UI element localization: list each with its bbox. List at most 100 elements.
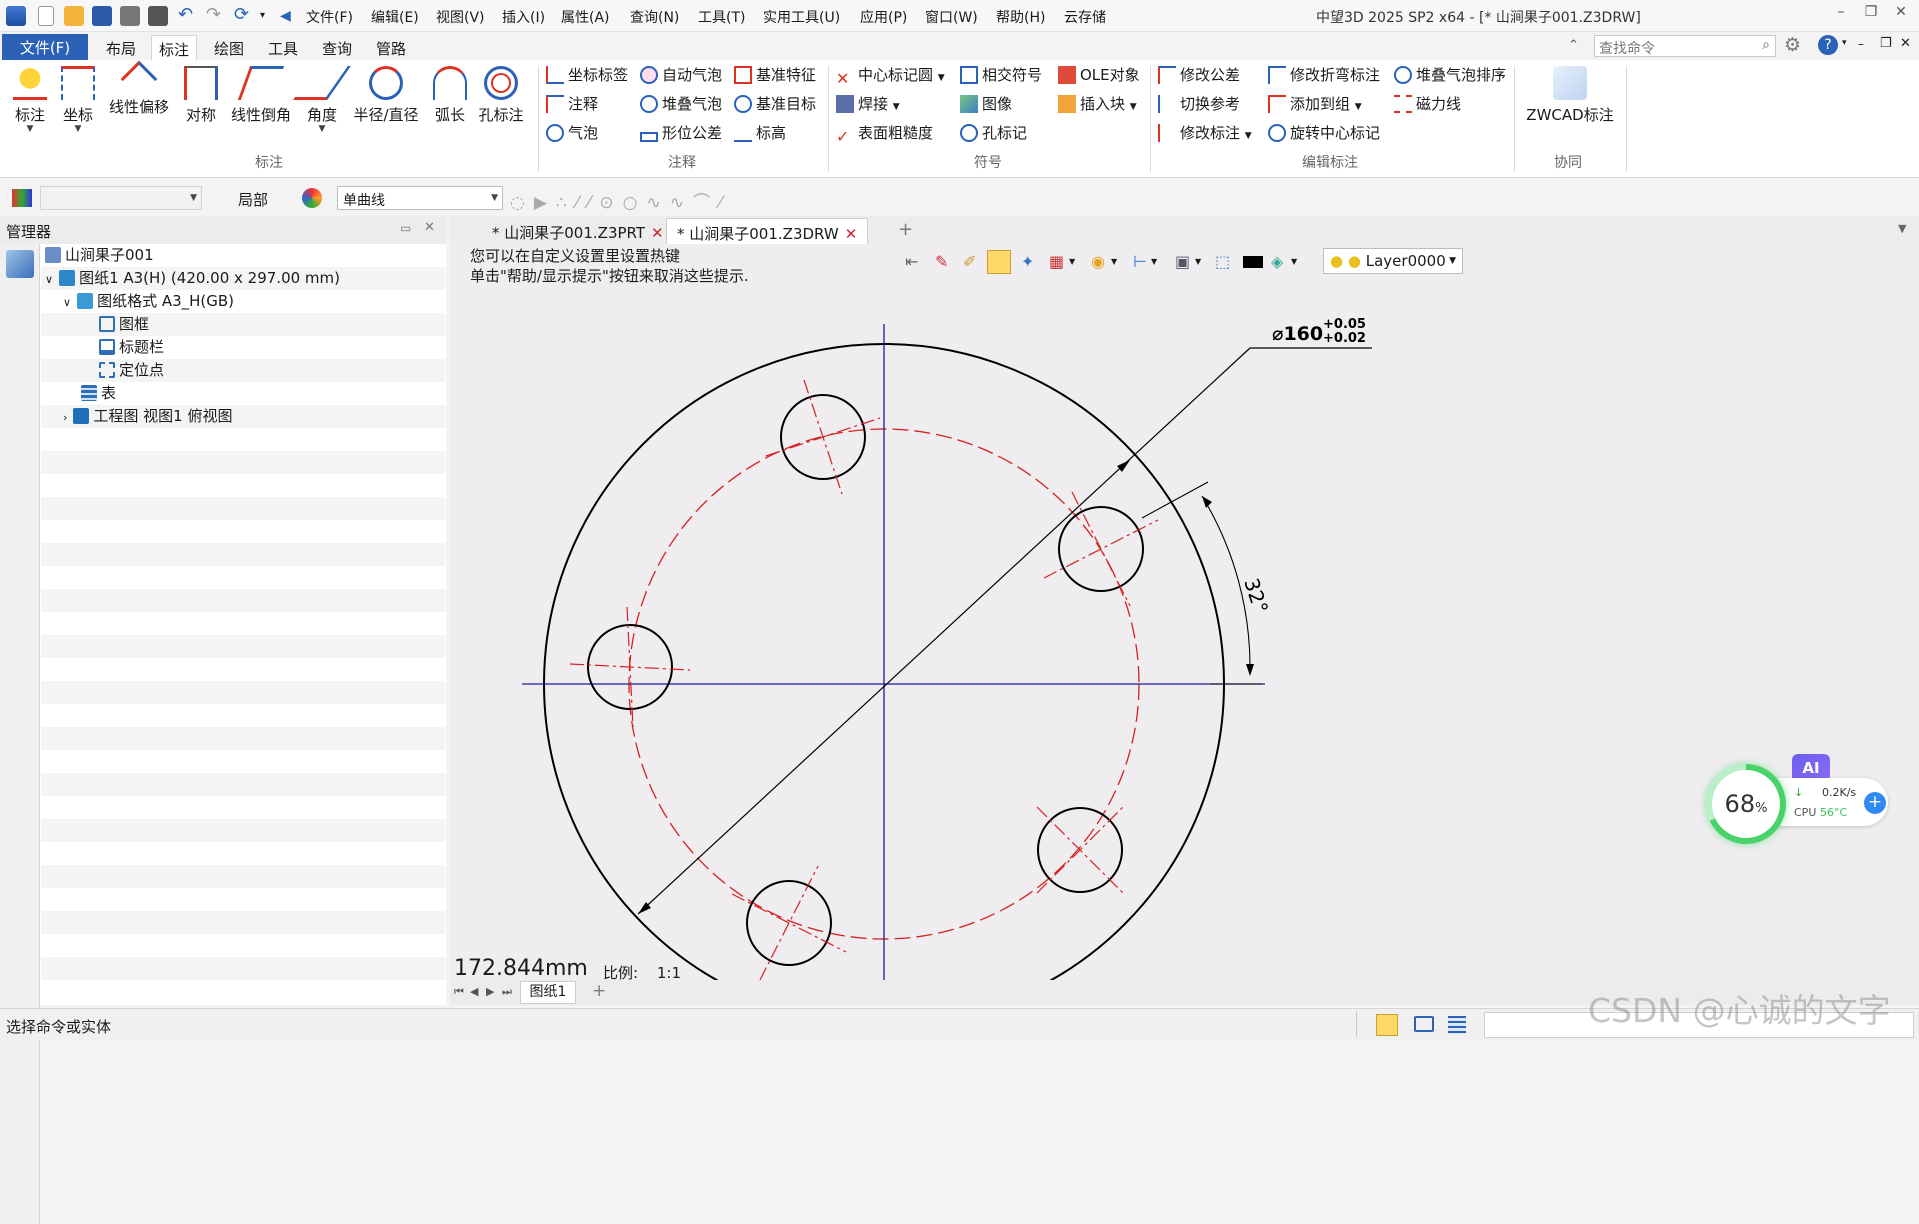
hole-dimension-button[interactable]: 孔标注	[476, 66, 526, 125]
radius-diameter-button[interactable]: 半径/直径	[352, 66, 420, 125]
print-icon[interactable]	[120, 6, 140, 26]
hole[interactable]	[569, 606, 691, 728]
doc-tab-part[interactable]: * 山涧果子001.Z3PRT ✕	[482, 218, 674, 244]
auto-balloon-button[interactable]: 自动气泡	[640, 64, 722, 86]
pin-icon[interactable]: ▭	[400, 221, 411, 235]
menu-cloud[interactable]: 云存储	[1064, 7, 1106, 27]
menu-file[interactable]: 文件(F)	[306, 7, 353, 27]
tab-layout[interactable]: 布局	[98, 35, 144, 60]
tolerance-lower[interactable]: +0.02	[1323, 331, 1366, 346]
tree-row[interactable]: 标题栏	[41, 336, 445, 359]
app-logo-icon[interactable]	[6, 6, 26, 26]
tree-row[interactable]: 图框	[41, 313, 445, 336]
tab-annotate[interactable]: 标注	[151, 35, 197, 60]
menu-insert[interactable]: 插入(I)	[502, 7, 545, 27]
add-to-group-button[interactable]: 添加到组 ▼	[1268, 93, 1362, 115]
menu-apps[interactable]: 应用(P)	[860, 7, 907, 27]
tab-query[interactable]: 查询	[314, 35, 360, 60]
angle-value[interactable]: 32°	[1239, 575, 1273, 616]
filter-combo[interactable]: ▼	[40, 186, 202, 210]
hole-mark-button[interactable]: 孔标记	[960, 122, 1027, 144]
center-mark-circle-button[interactable]: ✕ 中心标记圆 ▼	[836, 64, 945, 88]
next-sheet-icon[interactable]: ▶	[486, 985, 494, 998]
tree-row[interactable]: 表	[41, 382, 445, 405]
restore-button[interactable]: ❐	[1858, 4, 1884, 26]
command-search-input[interactable]: 查找命令 ⌕	[1594, 35, 1776, 57]
tree-row[interactable]: › 工程图 视图1 俯视图	[41, 405, 445, 428]
tab-list-icon[interactable]: ▼	[1898, 222, 1906, 235]
rotate-center-mark-button[interactable]: 旋转中心标记	[1268, 122, 1380, 144]
modify-dimension-button[interactable]: 修改标注 ▼	[1158, 122, 1252, 144]
help-icon[interactable]: ?	[1818, 35, 1838, 55]
switch-reference-button[interactable]: 切换参考	[1158, 93, 1240, 115]
panel-close-icon[interactable]: ✕	[424, 220, 435, 235]
add-plus-icon[interactable]: +	[1864, 792, 1886, 814]
chevron-right-icon[interactable]: ›	[63, 411, 67, 424]
coord-label-button[interactable]: 坐标标签	[546, 64, 628, 86]
menu-query[interactable]: 查询(N)	[630, 7, 679, 27]
last-sheet-icon[interactable]: ⏭	[502, 985, 512, 999]
insert-block-button[interactable]: 插入块 ▼	[1058, 93, 1137, 115]
help-dropdown-icon[interactable]: ▾	[1842, 38, 1847, 48]
doc-tab-drawing[interactable]: * 山涧果子001.Z3DRW ✕	[666, 218, 869, 244]
modify-bend-dim-button[interactable]: 修改折弯标注	[1268, 64, 1380, 86]
stack-balloon-button[interactable]: 堆叠气泡	[640, 93, 722, 115]
new-file-icon[interactable]	[38, 6, 54, 26]
hole[interactable]	[1036, 806, 1124, 894]
tolerance-upper[interactable]: +0.05	[1323, 317, 1366, 332]
scope-label[interactable]: 局部	[238, 189, 268, 210]
zwcad-dimension-button[interactable]: ZWCAD标注	[1522, 66, 1618, 125]
linear-chamfer-button[interactable]: 线性倒角	[228, 66, 294, 125]
selection-palette-icon[interactable]	[302, 188, 322, 208]
diameter-dimension[interactable]	[637, 347, 1372, 915]
sheet-tab[interactable]: 图纸1	[520, 981, 576, 1004]
tree-row[interactable]: 山涧果子001	[41, 244, 445, 267]
close-tab-icon[interactable]: ✕	[845, 225, 858, 243]
quick-access-dropdown-icon[interactable]: ▾	[260, 6, 280, 26]
drawing-view[interactable]: ⌀160 +0.05 +0.02 32°	[450, 244, 1919, 980]
surface-roughness-button[interactable]: ✓ 表面粗糙度	[836, 122, 933, 146]
minimize-button[interactable]: –	[1828, 4, 1854, 26]
note-button[interactable]: 注释	[546, 93, 598, 115]
balloon-button[interactable]: 气泡	[546, 122, 598, 144]
symmetric-button[interactable]: 对称	[180, 66, 222, 125]
notes-icon[interactable]	[1448, 1016, 1466, 1034]
doc-minimize-button[interactable]: –	[1858, 37, 1864, 51]
undo-icon[interactable]: ↶	[178, 6, 198, 26]
stack-balloon-sort-button[interactable]: 堆叠气泡排序	[1394, 64, 1506, 86]
elevation-button[interactable]: 标高	[734, 122, 786, 144]
datum-feature-button[interactable]: 基准特征	[734, 64, 816, 86]
settings-gear-icon[interactable]: ⚙	[1784, 34, 1801, 56]
linear-offset-button[interactable]: 线性偏移	[106, 60, 172, 117]
dimension-button[interactable]: 标注 ▼	[8, 66, 52, 134]
chevron-down-icon[interactable]: ∨	[45, 273, 53, 286]
datum-target-button[interactable]: 基准目标	[734, 93, 816, 115]
tab-file[interactable]: 文件(F)	[2, 34, 88, 60]
gdt-button[interactable]: 形位公差	[640, 122, 722, 144]
collapse-ribbon-icon[interactable]: ⌃	[1568, 38, 1579, 53]
tree-row[interactable]: ∨ 图纸1 A3(H) (420.00 x 297.00 mm)	[41, 267, 445, 290]
hole[interactable]	[1043, 491, 1159, 607]
filter-icon[interactable]	[12, 189, 32, 207]
open-file-icon[interactable]	[64, 6, 84, 26]
close-button[interactable]: ✕	[1888, 4, 1914, 26]
tab-draw[interactable]: 绘图	[206, 35, 252, 60]
menu-attribute[interactable]: 属性(A)	[561, 7, 610, 27]
snap-tools-icons[interactable]: ◌▶∴⁄⁄⊙○∿∿⌒⁄	[510, 188, 731, 213]
menu-edit[interactable]: 编辑(E)	[371, 7, 419, 27]
ordinate-button[interactable]: 坐标 ▼	[56, 66, 100, 134]
add-sheet-icon[interactable]: +	[592, 981, 606, 1001]
new-tab-icon[interactable]: +	[898, 219, 913, 240]
angle-button[interactable]: 角度 ▼	[293, 66, 351, 134]
magnetic-line-button[interactable]: 磁力线	[1394, 93, 1461, 115]
tree-row[interactable]: 定位点	[41, 359, 445, 382]
chevron-down-icon[interactable]: ∨	[63, 296, 71, 309]
hole[interactable]	[765, 379, 881, 495]
intersection-symbol-button[interactable]: 相交符号	[960, 64, 1042, 86]
drawing-canvas[interactable]: 您可以在自定义设置里设置热键 单击"帮助/显示提示"按钮来取消这些提示. ⇤ ✎…	[450, 244, 1919, 980]
menu-window[interactable]: 窗口(W)	[925, 7, 978, 27]
menu-help[interactable]: 帮助(H)	[996, 7, 1045, 27]
tab-tools[interactable]: 工具	[260, 35, 306, 60]
first-sheet-icon[interactable]: ⏮	[454, 985, 464, 999]
drawing-manager-icon[interactable]	[6, 250, 34, 278]
